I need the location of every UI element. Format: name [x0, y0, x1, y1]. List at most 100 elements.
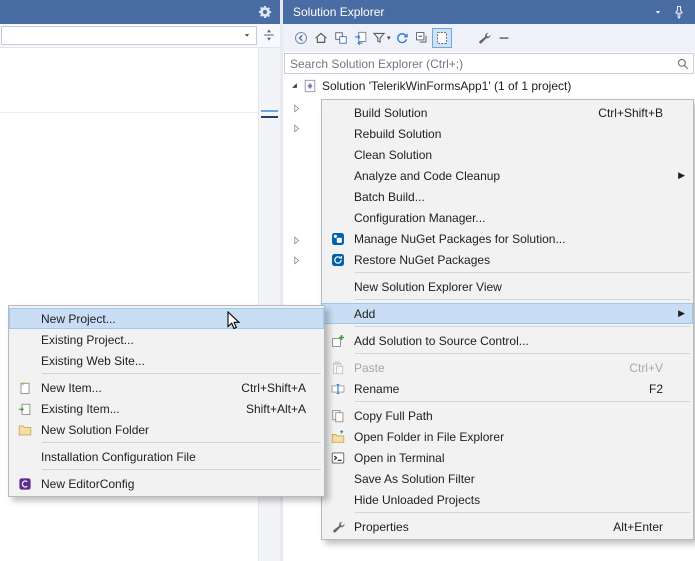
menu-item-label: Analyze and Code Cleanup [354, 168, 501, 183]
menu-item-add[interactable]: Add ▶ [322, 303, 693, 324]
menu-item-label: Open in Terminal [354, 450, 445, 465]
menu-icon-empty [327, 168, 349, 184]
menu-item-restore-nuget-packages[interactable]: Restore NuGet Packages [322, 249, 693, 270]
menu-item-label: Existing Project... [41, 332, 134, 347]
search-icon[interactable] [673, 57, 693, 71]
menu-item-save-as-solution-filter[interactable]: Save As Solution Filter [322, 468, 693, 489]
tree-expander-icon[interactable] [291, 255, 303, 267]
pin-icon[interactable] [671, 4, 687, 20]
switch-views-icon [334, 31, 348, 45]
menu-item-label: Open Folder in File Explorer [354, 429, 505, 444]
solution-explorer-titlebar: Solution Explorer [283, 0, 695, 24]
tree-expander-icon[interactable] [291, 103, 303, 115]
source-control-add-icon [327, 333, 349, 349]
properties-wrench-button[interactable] [474, 28, 494, 48]
menu-item-installation-configuration-file[interactable]: Installation Configuration File [9, 446, 324, 467]
tree-expander-icon[interactable] [291, 123, 303, 135]
menu-item-new-solution-folder[interactable]: New Solution Folder [9, 419, 324, 440]
show-all-files-icon [435, 31, 449, 45]
tree-expander-icon[interactable] [291, 235, 303, 247]
menu-item-existing-item[interactable]: Existing Item... Shift+Alt+A [9, 398, 324, 419]
overflow-dash-icon [497, 31, 511, 45]
menu-item-label: Build Solution [354, 105, 428, 120]
rename-icon [327, 381, 349, 397]
editor-divider-line [0, 112, 258, 113]
menu-item-shortcut: F2 [648, 381, 663, 396]
menu-separator [42, 373, 321, 374]
menu-item-label: Rebuild Solution [354, 126, 442, 141]
menu-item-label: Existing Web Site... [41, 353, 145, 368]
menu-item-shortcut: Ctrl+Shift+A [241, 380, 306, 395]
chevron-down-icon [242, 30, 252, 40]
menu-item-paste[interactable]: Paste Ctrl+V [322, 357, 693, 378]
menu-item-properties[interactable]: Properties Alt+Enter [322, 516, 693, 537]
home-icon [314, 31, 328, 45]
back-button[interactable] [291, 28, 311, 48]
menu-item-existing-project[interactable]: Existing Project... [9, 329, 324, 350]
menu-item-open-in-terminal[interactable]: Open in Terminal [322, 447, 693, 468]
menu-separator [355, 512, 690, 513]
menu-item-add-solution-to-source-control[interactable]: Add Solution to Source Control... [322, 330, 693, 351]
scrollbar-marker [261, 110, 278, 112]
home-button[interactable] [311, 28, 331, 48]
collapse-all-button[interactable] [412, 28, 432, 48]
menu-item-build-solution[interactable]: Build Solution Ctrl+Shift+B [322, 102, 693, 123]
editor-navbar-dropdown[interactable] [1, 26, 257, 45]
filter-button[interactable]: ▾ [371, 28, 392, 48]
menu-separator [355, 401, 690, 402]
menu-separator [355, 326, 690, 327]
search-input[interactable] [285, 54, 673, 73]
solution-icon [301, 79, 319, 93]
scrollbar-marker [261, 116, 278, 118]
menu-item-analyze-and-code-cleanup[interactable]: Analyze and Code Cleanup ▶ [322, 165, 693, 186]
mouse-cursor [227, 311, 241, 332]
solution-explorer-title: Solution Explorer [293, 5, 385, 19]
show-all-files-button[interactable] [431, 28, 452, 48]
gear-icon[interactable] [258, 5, 272, 19]
menu-item-label: Restore NuGet Packages [354, 252, 491, 267]
menu-item-manage-nuget-packages-for-solution[interactable]: Manage NuGet Packages for Solution... [322, 228, 693, 249]
menu-item-new-solution-explorer-view[interactable]: New Solution Explorer View [322, 276, 693, 297]
menu-item-label: Batch Build... [354, 189, 425, 204]
menu-item-label: Add Solution to Source Control... [354, 333, 529, 348]
menu-icon-empty [327, 279, 349, 295]
nuget-restore-icon [327, 252, 349, 268]
menu-icon-empty [14, 311, 36, 327]
menu-item-shortcut: Shift+Alt+A [245, 401, 306, 416]
solution-context-menu: Build Solution Ctrl+Shift+B Rebuild Soluti… [321, 99, 694, 540]
menu-item-copy-full-path[interactable]: Copy Full Path [322, 405, 693, 426]
new-item-icon [14, 380, 36, 396]
collapse-all-icon [415, 31, 429, 45]
menu-item-label: Configuration Manager... [354, 210, 486, 225]
menu-item-label: Add [354, 306, 376, 321]
menu-item-new-item[interactable]: New Item... Ctrl+Shift+A [9, 377, 324, 398]
menu-item-clean-solution[interactable]: Clean Solution [322, 144, 693, 165]
existing-item-icon [14, 401, 36, 417]
tree-expander-expanded-icon[interactable] [287, 80, 301, 91]
back-icon [294, 31, 308, 45]
switch-views-button[interactable] [331, 28, 351, 48]
refresh-button[interactable] [392, 28, 412, 48]
tree-item-solution-root[interactable]: Solution 'TelerikWinFormsApp1' (1 of 1 p… [283, 76, 695, 95]
sync-active-document-button[interactable] [351, 28, 371, 48]
menu-item-new-editorconfig[interactable]: New EditorConfig [9, 473, 324, 494]
menu-item-label: Rename [354, 381, 400, 396]
menu-item-open-folder-in-file-explorer[interactable]: Open Folder in File Explorer [322, 426, 693, 447]
menu-item-batch-build[interactable]: Batch Build... [322, 186, 693, 207]
refresh-icon [395, 31, 409, 45]
menu-item-new-project[interactable]: New Project... [9, 308, 324, 329]
overflow-dash-button[interactable] [494, 28, 514, 48]
split-window-icon[interactable] [262, 28, 277, 43]
menu-icon-empty [327, 147, 349, 163]
menu-item-existing-web-site[interactable]: Existing Web Site... [9, 350, 324, 371]
tree-item-label: Solution 'TelerikWinFormsApp1' (1 of 1 p… [322, 78, 572, 93]
menu-item-label: Properties [354, 519, 409, 534]
terminal-icon [327, 450, 349, 466]
menu-item-rebuild-solution[interactable]: Rebuild Solution [322, 123, 693, 144]
chevron-down-icon[interactable] [650, 4, 666, 20]
menu-item-hide-unloaded-projects[interactable]: Hide Unloaded Projects [322, 489, 693, 510]
menu-item-rename[interactable]: Rename F2 [322, 378, 693, 399]
filter-icon [372, 31, 386, 45]
menu-separator [355, 353, 690, 354]
menu-item-configuration-manager[interactable]: Configuration Manager... [322, 207, 693, 228]
